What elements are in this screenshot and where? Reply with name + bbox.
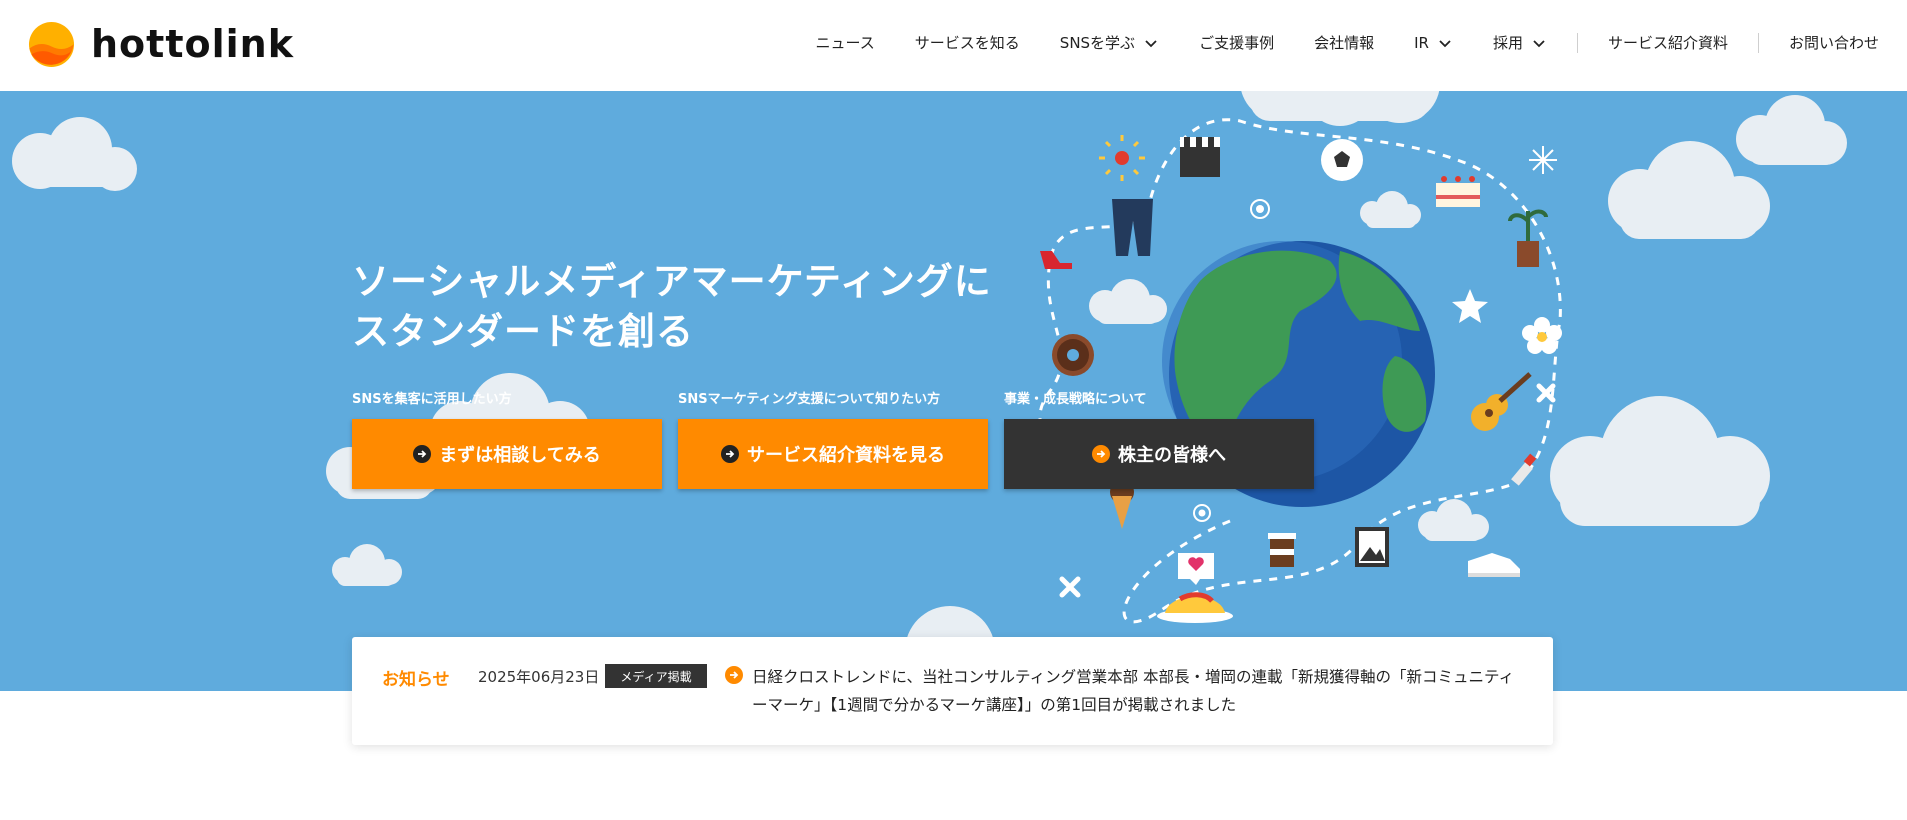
cake-icon	[1436, 176, 1480, 207]
cta-caption: SNSマーケティング支援について知りたい方	[678, 392, 941, 407]
omurice-icon	[1157, 592, 1233, 623]
nav-divider	[1576, 32, 1578, 53]
nav-item-company[interactable]: 会社情報	[1294, 0, 1394, 85]
dot-icon	[1256, 205, 1264, 213]
cta-shareholders: 事業・成長戦略について 株主の皆様へ	[1004, 391, 1314, 489]
consult-button[interactable]: まずは相談してみる	[352, 419, 662, 489]
cta-caption: SNSを集客に活用したい方	[352, 392, 512, 407]
cta-consult: SNSを集客に活用したい方 まずは相談してみる	[352, 391, 662, 489]
chat-heart-icon	[1178, 553, 1214, 585]
nav-label: サービス紹介資料	[1607, 34, 1728, 52]
nav-item-learn-sns[interactable]: SNSを学ぶ	[1040, 0, 1179, 85]
jeans-icon	[1112, 199, 1153, 256]
logo-mark-icon	[28, 21, 75, 67]
nav-divider	[1757, 32, 1759, 53]
chevron-down-icon	[1533, 39, 1545, 47]
cta-label: まずは相談してみる	[439, 445, 601, 466]
main-nav: ニュース サービスを知る SNSを学ぶ ご支援事例 会社情報 IR 採用 サービ…	[796, 0, 1907, 85]
nav-item-services[interactable]: サービスを知る	[895, 0, 1040, 85]
nav-label: SNSを学ぶ	[1059, 34, 1136, 52]
coffee-cup-icon	[1268, 533, 1296, 567]
nav-item-case-studies[interactable]: ご支援事例	[1179, 0, 1294, 85]
high-heel-icon	[1040, 251, 1072, 269]
news-card: お知らせ 2025年06月23日 メディア掲載 日経クロストレンドに、当社コンサ…	[352, 637, 1553, 745]
hero-section: ソーシャルメディアマーケティングに スタンダードを創る SNSを集客に活用したい…	[0, 91, 1907, 691]
guitar-icon	[1471, 372, 1532, 431]
arrow-right-circle-icon	[725, 666, 743, 684]
dot-icon	[1198, 509, 1206, 517]
arrow-right-circle-icon	[413, 445, 432, 463]
flower-icon	[1522, 317, 1562, 354]
service-docs-button[interactable]: サービス紹介資料を見る	[678, 419, 988, 489]
snowflake-icon	[1529, 146, 1557, 174]
star-icon	[1452, 289, 1488, 323]
chevron-down-icon	[1145, 39, 1157, 47]
picture-frame-icon	[1355, 527, 1389, 567]
nav-item-contact[interactable]: お問い合わせ	[1769, 0, 1907, 85]
nav-label: サービスを知る	[914, 34, 1020, 52]
news-category-badge: メディア掲載	[605, 664, 707, 688]
clapperboard-icon	[1180, 137, 1220, 177]
nav-item-news[interactable]: ニュース	[796, 0, 895, 85]
site-header: hottolink ニュース サービスを知る SNSを学ぶ ご支援事例 会社情報…	[0, 0, 1907, 91]
lipstick-icon	[1511, 453, 1537, 486]
nav-item-service-docs[interactable]: サービス紹介資料	[1588, 0, 1748, 85]
sneaker-icon	[1468, 553, 1520, 577]
nav-item-recruit[interactable]: 採用	[1473, 0, 1567, 85]
tagline-line-2: スタンダードを創る	[352, 310, 694, 353]
news-headline-link[interactable]: 日経クロストレンドに、当社コンサルティング営業本部 本部長・増岡の連載「新規獲得…	[752, 663, 1522, 719]
plant-icon	[1508, 209, 1548, 267]
cta-label: 株主の皆様へ	[1118, 445, 1226, 466]
tagline-line-1: ソーシャルメディアマーケティングに	[352, 260, 992, 303]
news-label: お知らせ	[382, 670, 450, 690]
nav-label: 会社情報	[1314, 34, 1375, 52]
donut-icon	[1052, 334, 1094, 376]
chevron-down-icon	[1439, 39, 1451, 47]
logo-text: hottolink	[91, 22, 294, 66]
cta-label: サービス紹介資料を見る	[747, 445, 945, 466]
nav-label: IR	[1414, 33, 1429, 52]
news-date: 2025年06月23日	[478, 668, 600, 686]
nav-item-ir[interactable]: IR	[1394, 0, 1473, 85]
arrow-right-circle-icon	[1092, 445, 1110, 463]
nav-label: ご支援事例	[1199, 34, 1275, 52]
hero-tagline: ソーシャルメディアマーケティングに スタンダードを創る	[352, 257, 992, 357]
shareholders-button[interactable]: 株主の皆様へ	[1004, 419, 1314, 489]
nav-label: お問い合わせ	[1788, 34, 1879, 52]
nav-label: ニュース	[815, 34, 875, 52]
nav-label: 採用	[1492, 34, 1523, 52]
arrow-right-circle-icon	[721, 445, 739, 463]
soccer-ball-icon	[1321, 139, 1363, 181]
cta-service-docs: SNSマーケティング支援について知りたい方 サービス紹介資料を見る	[678, 391, 988, 489]
logo-link[interactable]: hottolink	[28, 19, 294, 69]
sun-icon	[1115, 151, 1129, 165]
cta-caption: 事業・成長戦略について	[1004, 392, 1147, 407]
